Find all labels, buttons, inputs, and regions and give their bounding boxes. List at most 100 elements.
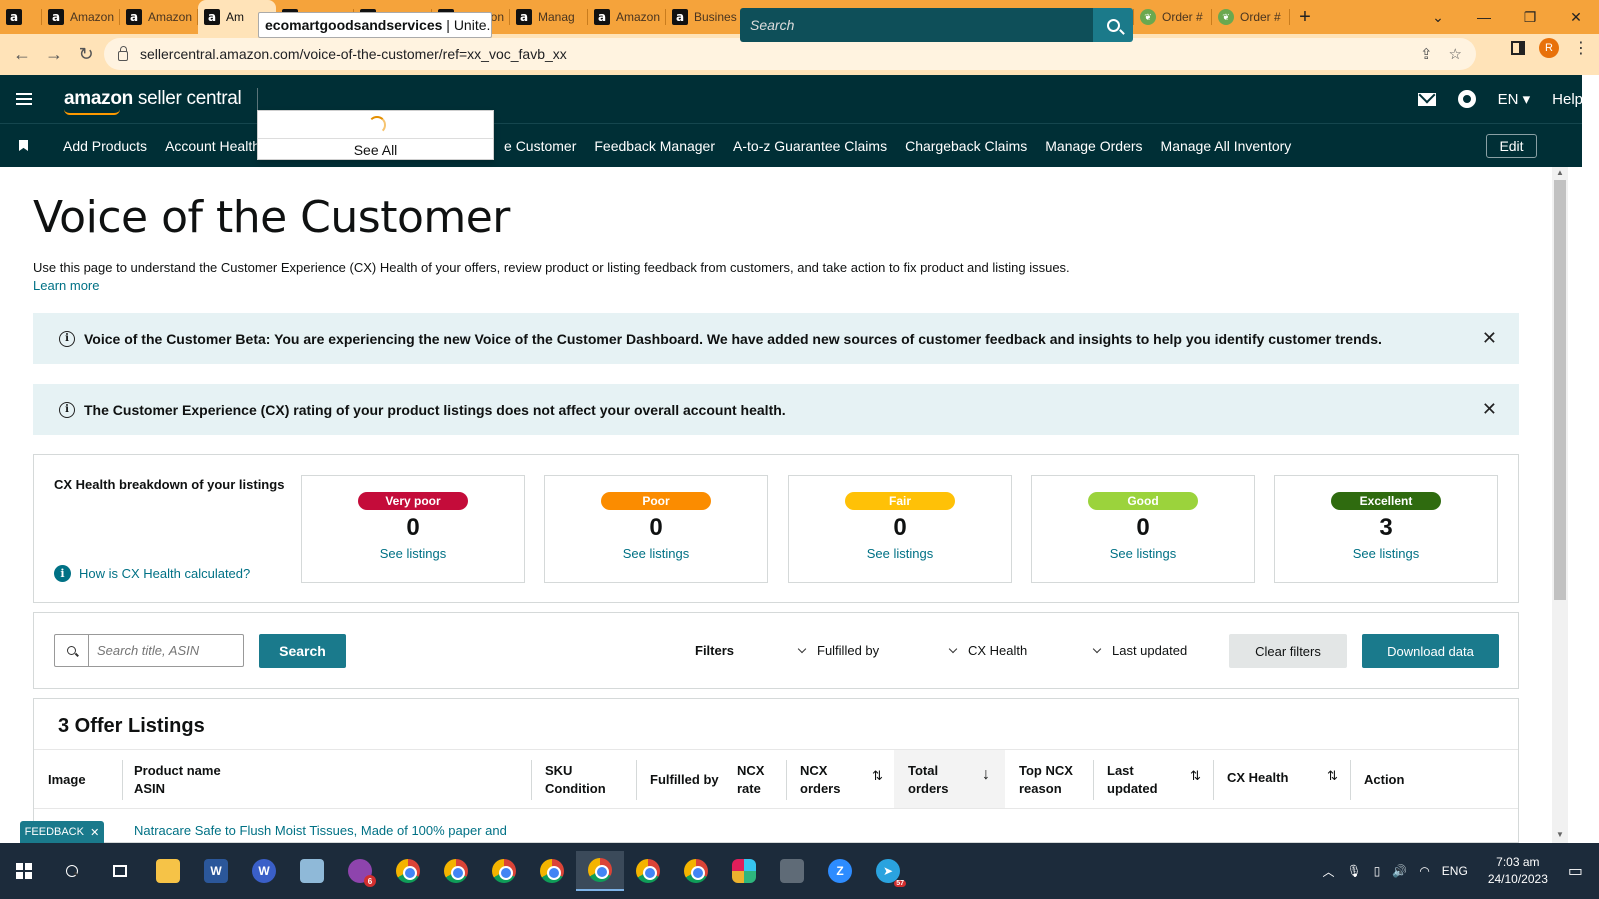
close-icon[interactable]: ✕	[1482, 328, 1497, 349]
browser-tab[interactable]: a	[0, 0, 42, 34]
calculator-icon[interactable]	[768, 851, 816, 891]
telegram-icon[interactable]: ➤ 57	[864, 851, 912, 891]
clock[interactable]: 7:03 am 24/10/2023	[1488, 854, 1548, 888]
volume-icon[interactable]: 🔊	[1392, 864, 1407, 878]
gear-icon[interactable]	[1457, 90, 1476, 108]
notifications-icon[interactable]: ▭	[1568, 861, 1583, 881]
chevron-up-icon[interactable]: ︿	[1323, 863, 1335, 880]
sort-descending-icon[interactable]: ↓	[982, 766, 990, 784]
store-selector[interactable]: ecomartgoodsandservices | Unite...	[258, 12, 492, 38]
tab-search-icon[interactable]: ⌄	[1415, 0, 1461, 34]
nav-manage-inventory[interactable]: Manage All Inventory	[1152, 138, 1301, 154]
chrome-profile-6-icon[interactable]	[672, 851, 720, 891]
browser-tab[interactable]: ❦ Order #	[1134, 0, 1212, 34]
side-panel-icon[interactable]	[1511, 41, 1525, 55]
notes-app-icon[interactable]	[288, 851, 336, 891]
share-icon[interactable]: ⇪	[1420, 45, 1433, 63]
url-field[interactable]: sellercentral.amazon.com/voice-of-the-cu…	[104, 38, 1476, 70]
header-search-input[interactable]: Search	[740, 8, 1093, 42]
wps-writer-icon[interactable]: W	[240, 851, 288, 891]
col-ncx-orders[interactable]: NCX orders	[800, 762, 840, 798]
download-data-button[interactable]: Download data	[1362, 634, 1499, 668]
close-window-icon[interactable]: ✕	[1553, 0, 1599, 34]
product-name-link[interactable]: Natracare Safe to Flush Moist Tissues, M…	[134, 823, 507, 838]
sort-icon[interactable]: ⇅	[1327, 768, 1338, 784]
task-view-icon[interactable]	[96, 851, 144, 891]
listing-search-field[interactable]	[54, 634, 244, 667]
header-search-button[interactable]	[1093, 8, 1133, 42]
taskbar-search[interactable]	[48, 851, 96, 891]
col-total-orders[interactable]: Total orders	[908, 762, 948, 798]
scroll-thumb[interactable]	[1554, 180, 1566, 600]
new-tab-icon[interactable]: +	[1290, 0, 1320, 34]
profile-avatar[interactable]: R	[1539, 38, 1559, 58]
listing-search-input[interactable]	[89, 635, 239, 666]
fulfilled-by-filter[interactable]: Fulfilled by	[797, 643, 879, 658]
hamburger-menu-icon[interactable]	[16, 93, 32, 105]
chrome-profile-3-icon[interactable]	[480, 851, 528, 891]
nav-manage-orders[interactable]: Manage Orders	[1036, 138, 1151, 154]
scroll-down-icon[interactable]: ▼	[1552, 830, 1568, 842]
see-listings-link[interactable]: See listings	[1032, 546, 1254, 561]
scroll-up-icon[interactable]: ▲	[1552, 168, 1568, 180]
word-icon[interactable]: W	[192, 851, 240, 891]
col-cx-health[interactable]: CX Health	[1227, 769, 1288, 787]
col-fulfilled-by[interactable]: Fulfilled by	[650, 771, 719, 789]
menu-kebab-icon[interactable]: ⋮	[1573, 38, 1589, 58]
back-icon[interactable]: ←	[6, 39, 38, 71]
nav-chargeback-claims[interactable]: Chargeback Claims	[896, 138, 1036, 154]
clear-filters-button[interactable]: Clear filters	[1229, 634, 1347, 668]
browser-tab[interactable]: a Amazon	[120, 0, 198, 34]
see-listings-link[interactable]: See listings	[1275, 546, 1497, 561]
chrome-profile-2-icon[interactable]	[432, 851, 480, 891]
chrome-profile-1-icon[interactable]	[384, 851, 432, 891]
nav-voice-of-customer[interactable]: e Customer	[495, 138, 585, 154]
help-link[interactable]: Help	[1552, 91, 1583, 108]
browser-tab[interactable]: a Amazon	[588, 0, 666, 34]
minimize-icon[interactable]: —	[1461, 0, 1507, 34]
search-button[interactable]: Search	[259, 634, 346, 668]
nav-feedback-manager[interactable]: Feedback Manager	[585, 138, 724, 154]
browser-tab[interactable]: a Busines	[666, 0, 744, 34]
bookmark-star-icon[interactable]: ☆	[1449, 45, 1462, 63]
browser-tab[interactable]: a Manag	[510, 0, 588, 34]
cx-health-info-link[interactable]: i How is CX Health calculated?	[54, 565, 250, 582]
sort-icon[interactable]: ⇅	[872, 768, 883, 784]
start-button[interactable]	[0, 851, 48, 891]
restore-icon[interactable]: ❐	[1507, 0, 1553, 34]
battery-icon[interactable]: ▯	[1374, 864, 1381, 878]
zoom-icon[interactable]: Z	[816, 851, 864, 891]
see-listings-link[interactable]: See listings	[789, 546, 1011, 561]
bookmark-icon[interactable]	[19, 140, 28, 151]
col-product-name[interactable]: Product name ASIN	[134, 762, 221, 798]
language-selector[interactable]: EN ▾	[1498, 90, 1531, 108]
see-listings-link[interactable]: See listings	[545, 546, 767, 561]
mail-icon[interactable]	[1417, 92, 1436, 106]
microphone-icon[interactable]: 🎙	[1347, 864, 1362, 878]
seller-central-logo[interactable]: amazon seller central	[64, 88, 242, 115]
nav-add-products[interactable]: Add Products	[54, 138, 156, 154]
chrome-profile-5-icon[interactable]	[624, 851, 672, 891]
see-listings-link[interactable]: See listings	[302, 546, 524, 561]
edit-nav-button[interactable]: Edit	[1486, 134, 1537, 158]
reload-icon[interactable]: ↻	[70, 39, 102, 71]
file-explorer-icon[interactable]	[144, 851, 192, 891]
close-icon[interactable]: ✕	[1482, 399, 1497, 420]
sort-icon[interactable]: ⇅	[1190, 768, 1201, 784]
browser-tab[interactable]: a Amazon	[42, 0, 120, 34]
nav-account-health[interactable]: Account Health	[156, 138, 269, 154]
chrome-profile-4-icon[interactable]	[528, 851, 576, 891]
feedback-tab[interactable]: FEEDBACK ✕	[20, 821, 104, 843]
col-ncx-rate[interactable]: NCX rate	[737, 762, 764, 798]
see-all-option[interactable]: See All	[258, 138, 493, 160]
language-indicator[interactable]: ENG	[1442, 864, 1468, 878]
slack-icon[interactable]	[720, 851, 768, 891]
col-last-updated[interactable]: Last updated	[1107, 762, 1158, 798]
forward-icon[interactable]: →	[38, 39, 70, 71]
app-icon-badged[interactable]: 6	[336, 851, 384, 891]
browser-tab[interactable]: ❦ Order #	[1212, 0, 1290, 34]
col-top-ncx-reason[interactable]: Top NCX reason	[1019, 762, 1073, 798]
wifi-icon[interactable]: ◠	[1419, 864, 1429, 878]
last-updated-filter[interactable]: Last updated	[1092, 643, 1187, 658]
nav-a-to-z-claims[interactable]: A-to-z Guarantee Claims	[724, 138, 896, 154]
